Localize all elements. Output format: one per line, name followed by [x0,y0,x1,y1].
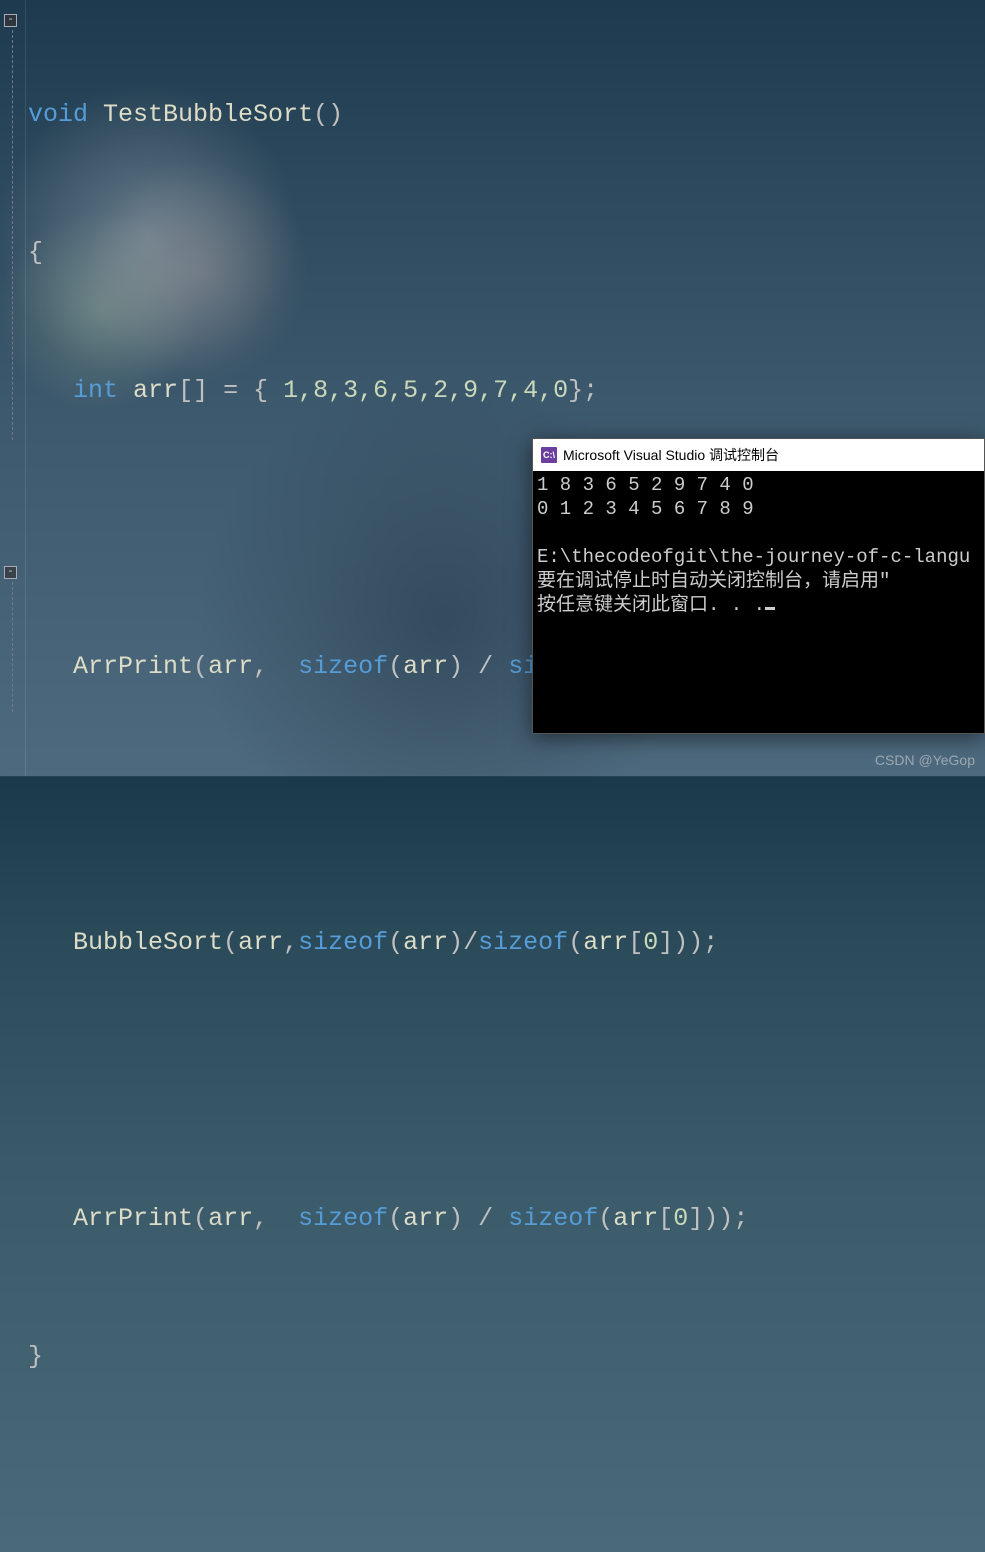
keyword-sizeof: sizeof [298,928,388,957]
output-line: 要在调试停止时自动关闭控制台，请启用" [537,570,890,592]
keyword-int: int [73,376,118,405]
parens: () [313,100,343,129]
fold-toggle-fn2[interactable]: - [4,566,17,579]
cursor-icon [765,607,775,610]
function-name: TestBubbleSort [103,100,313,129]
code-line-blank [28,782,985,828]
function-call: BubbleSort [73,928,223,957]
keyword-sizeof: sizeof [298,652,388,681]
fold-line-1 [12,30,13,440]
console-titlebar[interactable]: C:\ Microsoft Visual Studio 调试控制台 [533,439,984,471]
fold-toggle-fn1[interactable]: - [4,14,17,27]
watermark: CSDN @YeGop [875,752,975,768]
code-line: int arr[] = { 1,8,3,6,5,2,9,7,4,0}; [28,368,985,414]
vs-app-icon: C:\ [541,447,557,463]
keyword-sizeof: sizeof [298,1204,388,1233]
code-line: void TestBubbleSort() [28,92,985,138]
code-line: } [28,1334,985,1380]
function-call: ArrPrint [73,1204,193,1233]
editor-gutter: - - [0,0,26,776]
code-line-blank [28,1472,985,1518]
brace: } [568,376,583,405]
code-line: ArrPrint(arr, sizeof(arr) / sizeof(arr[0… [28,1196,985,1242]
output-line: 按任意键关闭此窗口. . . [537,594,765,616]
output-line: 1 8 3 6 5 2 9 7 4 0 [537,474,754,496]
equals: = [208,376,253,405]
brackets: [] [178,376,208,405]
output-line: 0 1 2 3 4 5 6 7 8 9 [537,498,754,520]
output-line: E:\thecodeofgit\the-journey-of-c-langu [537,546,970,568]
keyword-void: void [28,100,88,129]
function-call: ArrPrint [73,652,193,681]
console-title: Microsoft Visual Studio 调试控制台 [563,445,779,465]
fold-line-2 [12,582,13,712]
code-line: BubbleSort(arr,sizeof(arr)/sizeof(arr[0]… [28,920,985,966]
debug-console-window[interactable]: C:\ Microsoft Visual Studio 调试控制台 1 8 3 … [532,438,985,734]
code-editor[interactable]: void TestBubbleSort() { int arr[] = { 1,… [28,0,985,1552]
identifier: arr [133,376,178,405]
code-line: { [28,230,985,276]
keyword-sizeof: sizeof [478,928,568,957]
console-output[interactable]: 1 8 3 6 5 2 9 7 4 0 0 1 2 3 4 5 6 7 8 9 … [533,471,984,619]
brace: { [253,376,283,405]
semicolon: ; [583,376,598,405]
array-values: 1,8,3,6,5,2,9,7,4,0 [283,376,568,405]
brace: } [28,1342,43,1371]
brace: { [28,238,43,267]
keyword-sizeof: sizeof [508,1204,598,1233]
code-line-blank [28,1058,985,1104]
